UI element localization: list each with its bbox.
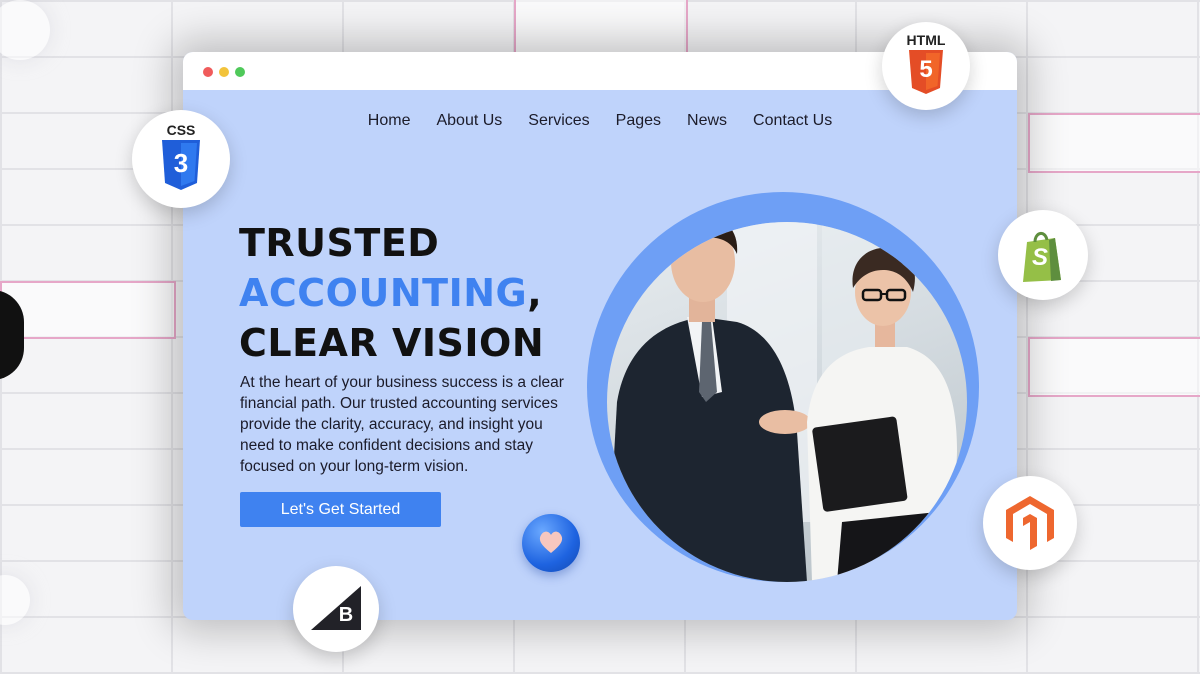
bigcommerce-badge: B <box>293 566 379 652</box>
heart-icon <box>522 514 580 572</box>
hero-title-line1: TRUSTED <box>239 221 440 265</box>
decor-box <box>0 281 176 339</box>
shopify-badge: S <box>998 210 1088 300</box>
hero-title-accent: ACCOUNTING <box>239 271 528 315</box>
css3-number: 3 <box>173 148 189 178</box>
css3-label: CSS <box>166 122 196 138</box>
nav-item-pages[interactable]: Pages <box>616 112 661 130</box>
main-nav: Home About Us Services Pages News Contact Us <box>183 112 1017 130</box>
browser-window: Home About Us Services Pages News Contact Us … <box>183 52 1017 620</box>
html5-number: 5 <box>919 56 933 83</box>
nav-item-news[interactable]: News <box>687 112 727 130</box>
hero-title-comma: , <box>527 271 543 315</box>
hero-title-line3: CLEAR VISION <box>239 321 545 365</box>
decor-box <box>514 0 688 54</box>
magento-badge <box>983 476 1077 570</box>
bigcommerce-letter: B <box>338 604 354 626</box>
hero-description: At the heart of your business success is… <box>240 374 564 475</box>
html5-badge: HTML 5 <box>882 22 970 110</box>
nav-item-home[interactable]: Home <box>368 112 411 130</box>
get-started-button[interactable]: Let's Get Started <box>240 492 441 527</box>
css3-badge: CSS 3 <box>132 110 230 208</box>
close-dot[interactable] <box>203 67 213 77</box>
magento-icon <box>1006 496 1054 550</box>
shopify-letter: S <box>1031 244 1048 271</box>
maximize-dot[interactable] <box>235 67 245 77</box>
hero-title: TRUSTED ACCOUNTING, CLEAR VISION <box>239 218 544 368</box>
nav-item-contact-us[interactable]: Contact Us <box>753 112 832 130</box>
decor-box <box>1028 113 1200 173</box>
decor-box <box>1028 337 1200 397</box>
minimize-dot[interactable] <box>219 67 229 77</box>
html5-label: HTML <box>906 32 946 48</box>
business-handshake-photo <box>607 222 967 582</box>
nav-item-services[interactable]: Services <box>528 112 589 130</box>
nav-item-about-us[interactable]: About Us <box>436 112 502 130</box>
